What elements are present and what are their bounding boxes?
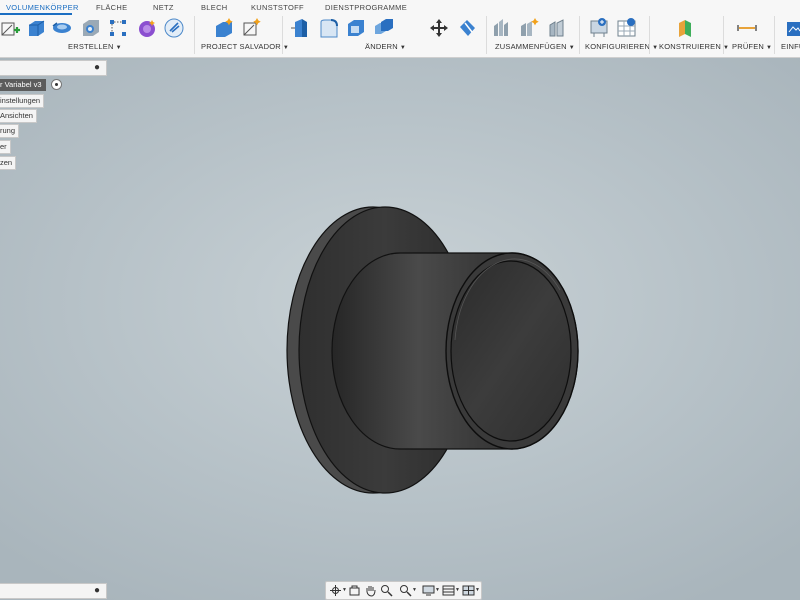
browser-item-origin[interactable]: rung: [0, 124, 20, 138]
look-at-icon[interactable]: [348, 584, 364, 597]
joint-icon[interactable]: [492, 17, 514, 39]
add-comment-icon[interactable]: ●: [94, 585, 100, 596]
navigation-bar: ▼ ▼ ▼ ▼ ▼: [325, 581, 482, 600]
group-divider: [723, 16, 724, 54]
rigid-group-icon[interactable]: [547, 17, 569, 39]
measure-icon[interactable]: [736, 17, 758, 39]
toolbar-ribbon: VOLUMENKÖRPER FLÄCHE NETZ BLECH KUNSTSTO…: [0, 0, 800, 58]
viewports-icon[interactable]: ▼: [462, 584, 480, 597]
press-pull-icon[interactable]: [290, 17, 312, 39]
insert-icon[interactable]: [784, 17, 800, 39]
hole-icon[interactable]: [80, 17, 102, 39]
configure-table-icon[interactable]: [616, 17, 638, 39]
cad-model[interactable]: [0, 58, 800, 600]
group-divider: [774, 16, 775, 54]
modify-menu[interactable]: ÄNDERN ▼: [365, 42, 406, 51]
design-icon[interactable]: [163, 17, 185, 39]
browser-panel-header[interactable]: ●: [0, 60, 107, 76]
tab-mesh[interactable]: NETZ: [153, 3, 174, 12]
combine-icon[interactable]: [373, 17, 395, 39]
project-salvador-menu[interactable]: PROJECT SALVADOR ▼: [201, 42, 289, 51]
browser-item-settings[interactable]: instellungen: [0, 94, 45, 108]
fillet-icon[interactable]: [318, 17, 340, 39]
salvador-sketch-icon[interactable]: [241, 17, 263, 39]
shell-icon[interactable]: [345, 17, 367, 39]
tab-utilities[interactable]: DIENSTPROGRAMME: [325, 3, 407, 12]
tab-sheet-metal[interactable]: BLECH: [201, 3, 228, 12]
grid-settings-icon[interactable]: ▼: [442, 584, 460, 597]
group-divider: [194, 16, 195, 54]
assemble-new-icon[interactable]: [519, 17, 541, 39]
form-icon[interactable]: [137, 17, 159, 39]
group-divider: [579, 16, 580, 54]
revolve-icon[interactable]: [51, 17, 73, 39]
pan-icon[interactable]: [364, 584, 380, 597]
comments-panel-header[interactable]: ●: [0, 583, 107, 599]
tab-surface[interactable]: FLÄCHE: [96, 3, 127, 12]
configure-menu[interactable]: KONFIGURIEREN ▼: [585, 42, 658, 51]
browser-item-sketches[interactable]: zen: [0, 156, 17, 170]
browser-item-named-views[interactable]: Ansichten: [0, 109, 37, 123]
group-divider: [486, 16, 487, 54]
fit-icon[interactable]: ▼: [399, 584, 417, 597]
configure-icon[interactable]: [589, 17, 611, 39]
orbit-icon[interactable]: ▼: [329, 584, 347, 597]
canvas-viewport[interactable]: [0, 58, 800, 600]
assemble-menu[interactable]: ZUSAMMENFÜGEN ▼: [495, 42, 575, 51]
salvador-generate-icon[interactable]: [213, 17, 235, 39]
display-settings-icon[interactable]: ▼: [422, 584, 440, 597]
tab-solid[interactable]: VOLUMENKÖRPER: [6, 3, 79, 12]
group-divider: [282, 16, 283, 54]
sketch-icon[interactable]: [0, 17, 22, 39]
insert-menu[interactable]: EINFÜ: [781, 42, 800, 51]
collapse-icon[interactable]: ●: [94, 62, 100, 73]
browser-item-bodies[interactable]: er: [0, 140, 11, 154]
inspect-menu[interactable]: PRÜFEN ▼: [732, 42, 772, 51]
move-icon[interactable]: [428, 17, 450, 39]
active-tab-indicator: [0, 13, 72, 15]
extrude-icon[interactable]: [25, 17, 47, 39]
create-menu[interactable]: ERSTELLEN ▼: [68, 42, 122, 51]
pattern-icon[interactable]: [108, 17, 130, 39]
group-divider: [649, 16, 650, 54]
browser-document-name[interactable]: r Variabel v3: [0, 79, 46, 91]
tab-plastic[interactable]: KUNSTSTOFF: [251, 3, 304, 12]
split-icon[interactable]: [456, 17, 478, 39]
activate-radio-icon[interactable]: [51, 79, 62, 90]
workspace-tabs: VOLUMENKÖRPER FLÄCHE NETZ BLECH KUNSTSTO…: [0, 0, 800, 15]
plane-icon[interactable]: [675, 17, 697, 39]
zoom-icon[interactable]: [380, 584, 396, 597]
construct-menu[interactable]: KONSTRUIEREN ▼: [659, 42, 729, 51]
